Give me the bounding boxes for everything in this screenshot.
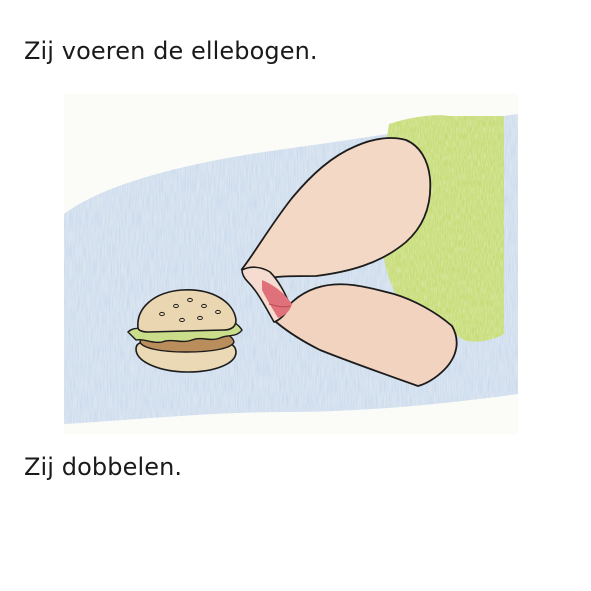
illustration-svg — [64, 94, 518, 434]
caption-top: Zij voeren de ellebogen. — [24, 37, 318, 65]
caption-bottom: Zij dobbelen. — [24, 453, 183, 481]
elbows-hamburger-illustration — [64, 94, 518, 434]
